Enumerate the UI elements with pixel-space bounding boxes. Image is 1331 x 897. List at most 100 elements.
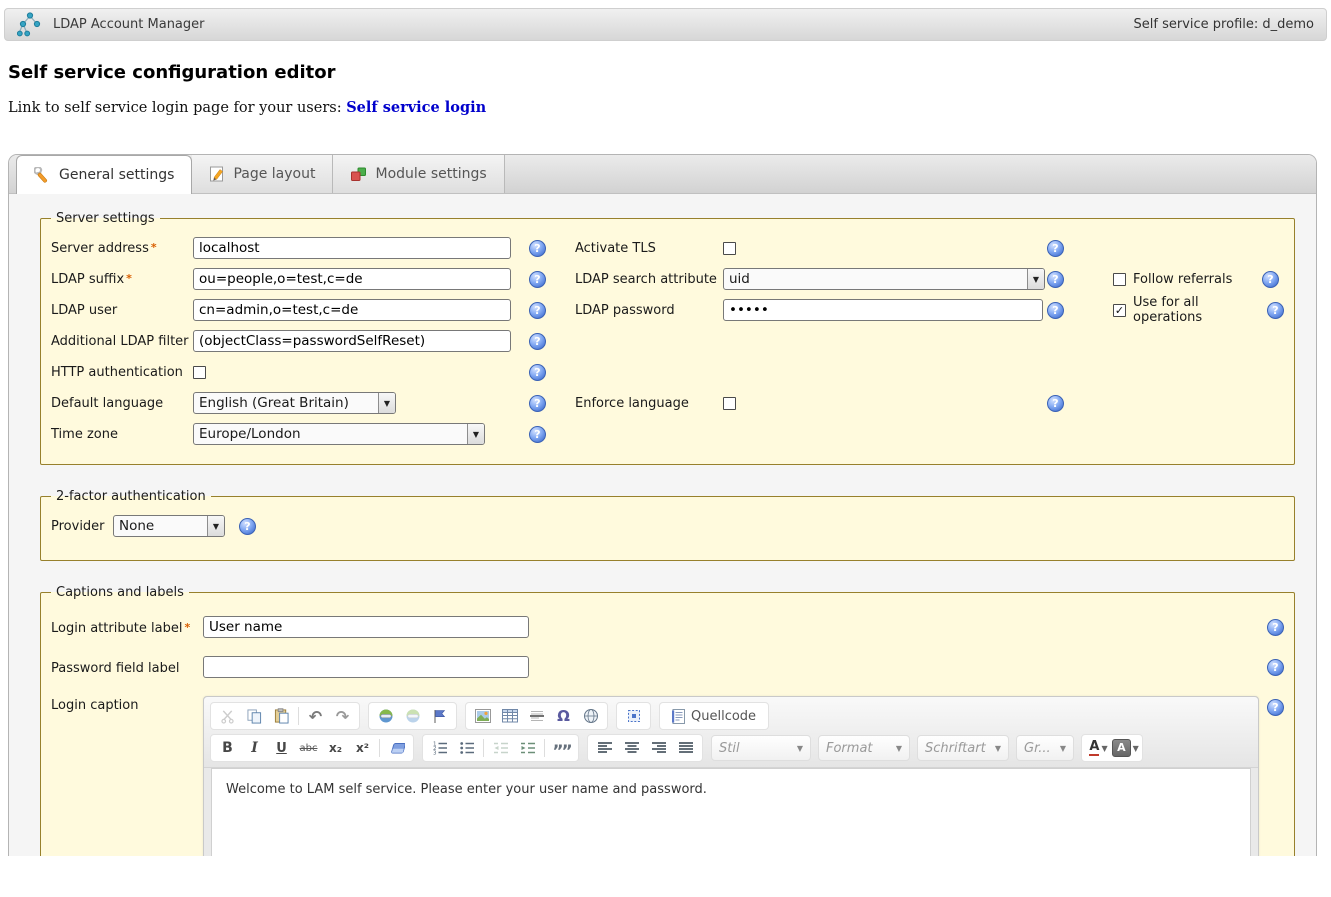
chevron-down-icon: ▼ [1060,744,1066,753]
ldap-password-input[interactable] [723,299,1043,321]
chevron-down-icon: ▼ [1101,744,1107,753]
help-icon[interactable]: ? [1267,619,1284,636]
activate-tls-checkbox[interactable] [723,242,736,255]
ldap-user-input[interactable] [193,299,511,321]
background-color-button[interactable]: A▼ [1112,736,1139,760]
blockquote-icon[interactable]: ”” [548,736,575,760]
server-address-label: Server address* [51,241,193,256]
bulleted-list-icon[interactable] [453,736,480,760]
source-code-button[interactable]: Quellcode [663,704,765,728]
subscript-icon[interactable]: x₂ [322,736,349,760]
follow-referrals-checkbox[interactable] [1113,273,1126,286]
help-icon[interactable]: ? [529,240,546,257]
app-header: LDAP Account Manager Self service profil… [4,8,1327,41]
ldap-suffix-input[interactable] [193,268,511,290]
help-icon[interactable]: ? [1047,271,1064,288]
font-dropdown[interactable]: Schriftart ▼ [917,735,1009,761]
help-icon[interactable]: ? [1047,395,1064,412]
unlink-icon[interactable] [399,704,426,728]
outdent-icon[interactable] [487,736,514,760]
use-for-all-operations-checkbox[interactable]: ✓ [1113,304,1126,317]
image-icon[interactable] [469,704,496,728]
page-title: Self service configuration editor [8,62,1331,83]
config-tab-container: General settings Page layout Module sett… [8,154,1317,856]
help-icon[interactable]: ? [1267,699,1284,716]
paste-icon[interactable] [268,704,295,728]
captions-fieldset: Captions and labels Login attribute labe… [40,585,1295,856]
svg-text:3: 3 [433,750,437,755]
two-factor-legend: 2-factor authentication [51,489,211,504]
chevron-down-icon: ▼ [1133,744,1139,753]
editor-content-area[interactable]: Welcome to LAM self service. Please ente… [211,768,1251,856]
login-attribute-input[interactable] [203,616,529,638]
enforce-language-checkbox[interactable] [723,397,736,410]
align-right-icon[interactable] [645,736,672,760]
provider-select[interactable]: None ▼ [113,515,225,537]
remove-format-eraser-icon[interactable] [383,736,410,760]
table-icon[interactable] [496,704,523,728]
self-service-login-link[interactable]: Self service login [346,99,486,116]
link-icon[interactable] [372,704,399,728]
underline-icon[interactable]: U [268,736,295,760]
login-attribute-label: Login attribute label* [51,619,203,636]
undo-icon[interactable]: ↶ [302,704,329,728]
help-icon[interactable]: ? [529,333,546,350]
ldap-suffix-label: LDAP suffix* [51,272,193,287]
server-settings-legend: Server settings [51,211,160,226]
text-color-button[interactable]: A▼ [1085,736,1112,760]
maximize-icon[interactable] [620,704,647,728]
chevron-down-icon: ▼ [207,516,224,536]
provider-label: Provider [51,519,113,534]
help-icon[interactable]: ? [239,518,256,535]
format-dropdown[interactable]: Format ▼ [818,735,910,761]
password-field-row: Password field label ? [51,656,1284,678]
server-address-input[interactable] [193,237,511,259]
special-char-icon[interactable]: Ω [550,704,577,728]
app-title: LDAP Account Manager [53,17,205,32]
http-authentication-checkbox[interactable] [193,366,206,379]
redo-icon[interactable]: ↷ [329,704,356,728]
provider-row: Provider None ▼ ? [51,513,1284,539]
ldap-search-attribute-select[interactable]: uid ▼ [723,268,1045,290]
chevron-down-icon: ▼ [896,744,902,753]
horizontal-rule-icon[interactable] [523,704,550,728]
server-address-row: Server address* ? Activate TLS ? [51,235,1284,261]
help-icon[interactable]: ? [529,395,546,412]
superscript-icon[interactable]: x² [349,736,376,760]
activate-tls-label: Activate TLS [575,241,723,256]
strikethrough-icon[interactable]: abc [295,736,322,760]
chevron-down-icon: ▼ [378,393,395,413]
globe-icon[interactable] [577,704,604,728]
enforce-language-label: Enforce language [575,396,723,411]
time-zone-select[interactable]: Europe/London ▼ [193,423,485,445]
login-caption-label: Login caption [51,696,203,713]
help-icon[interactable]: ? [1267,659,1284,676]
help-icon[interactable]: ? [529,271,546,288]
numbered-list-icon[interactable]: 123 [426,736,453,760]
copy-icon[interactable] [241,704,268,728]
password-field-input[interactable] [203,656,529,678]
tab-general-settings[interactable]: General settings [16,155,192,194]
tab-module-settings[interactable]: Module settings [333,155,504,193]
help-icon[interactable]: ? [529,364,546,381]
help-icon[interactable]: ? [1047,240,1064,257]
anchor-flag-icon[interactable] [426,704,453,728]
help-icon[interactable]: ? [1047,302,1064,319]
align-left-icon[interactable] [591,736,618,760]
bold-icon[interactable]: B [214,736,241,760]
help-icon[interactable]: ? [529,302,546,319]
cut-icon[interactable] [214,704,241,728]
indent-icon[interactable] [514,736,541,760]
style-dropdown[interactable]: Stil ▼ [711,735,811,761]
align-center-icon[interactable] [618,736,645,760]
http-authentication-label: HTTP authentication [51,365,193,380]
help-icon[interactable]: ? [1262,271,1279,288]
tab-page-layout[interactable]: Page layout [192,155,333,193]
align-justify-icon[interactable] [672,736,699,760]
help-icon[interactable]: ? [529,426,546,443]
help-icon[interactable]: ? [1267,302,1284,319]
font-size-dropdown[interactable]: Gr... ▼ [1016,735,1074,761]
italic-icon[interactable]: I [241,736,268,760]
additional-ldap-filter-input[interactable] [193,330,511,352]
default-language-select[interactable]: English (Great Britain) ▼ [193,392,396,414]
